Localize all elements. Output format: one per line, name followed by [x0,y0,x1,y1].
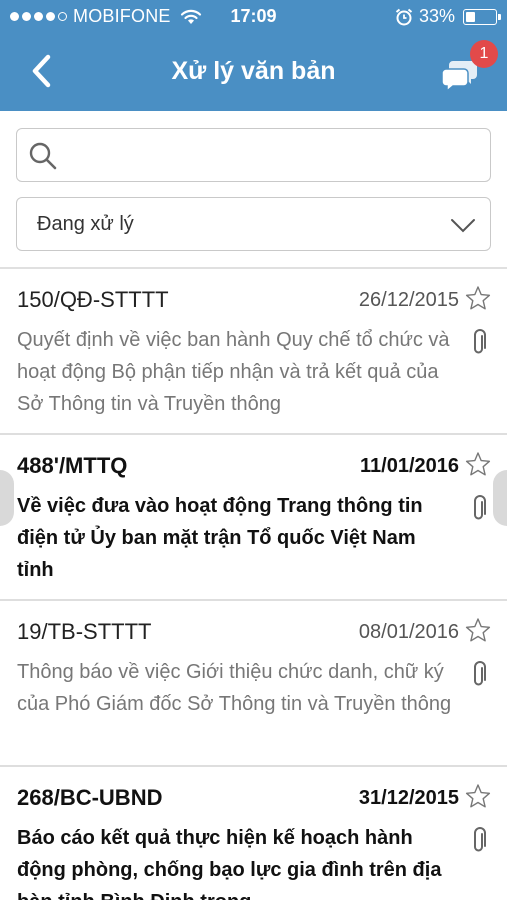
battery-level [466,11,475,22]
nav-bar: Xử lý văn bản [0,33,507,111]
paperclip-icon [474,495,486,520]
alarm-icon [395,8,413,25]
document-code: 268/BC-UBND [17,785,163,810]
document-list-item[interactable]: 268/BC-UBND 31/12/2015 Báo cáo kết quả t… [0,767,507,900]
document-code: 488'/MTTQ [17,453,128,478]
battery-icon [463,8,501,25]
document-description: Về việc đưa vào hoạt động Trang thông ti… [17,495,423,581]
document-date: 11/01/2016 [360,455,459,477]
page-title: Xử lý văn bản [171,57,336,85]
document-date: 08/01/2016 [358,621,459,643]
status-right: 33% [395,6,501,27]
paperclip-icon [474,661,486,686]
notification-badge: 1 [470,40,498,68]
search-icon [29,142,57,170]
star-icon[interactable] [465,617,491,643]
paperclip-icon [474,827,486,852]
star-icon[interactable] [465,285,491,311]
paperclip-icon [474,329,486,354]
status-filter-dropdown[interactable]: Đang xử lý [16,197,491,251]
document-code: 150/QĐ-STTTT [17,287,169,312]
document-list-item[interactable]: 19/TB-STTTT 08/01/2016 Thông báo về việc… [0,601,507,767]
document-code: 19/TB-STTTT [17,619,152,644]
document-list-item[interactable]: 488'/MTTQ 11/01/2016 Về việc đưa vào hoạ… [0,435,507,601]
status-bar: MOBIFONE 17:09 33% [0,0,507,33]
swipe-handle-right[interactable] [493,470,507,526]
filter-selected-value: Đang xử lý [37,213,134,235]
star-icon[interactable] [465,783,491,809]
document-description: Thông báo về việc Giới thiệu chức danh, … [17,661,452,715]
document-date: 31/12/2015 [358,787,459,809]
swipe-handle-left[interactable] [0,470,14,526]
star-icon[interactable] [465,451,491,477]
search-box [16,128,491,182]
document-description: Quyết định về việc ban hành Quy chế tổ c… [17,329,450,415]
battery-percent: 33% [418,6,455,26]
document-description: Báo cáo kết quả thực hiện kế hoạch hành … [17,827,442,900]
search-input[interactable] [67,137,477,175]
document-date: 26/12/2015 [358,289,459,311]
chevron-down-icon [451,219,475,233]
document-list-item[interactable]: 150/QĐ-STTTT 26/12/2015 Quyết định về vi… [0,269,507,435]
